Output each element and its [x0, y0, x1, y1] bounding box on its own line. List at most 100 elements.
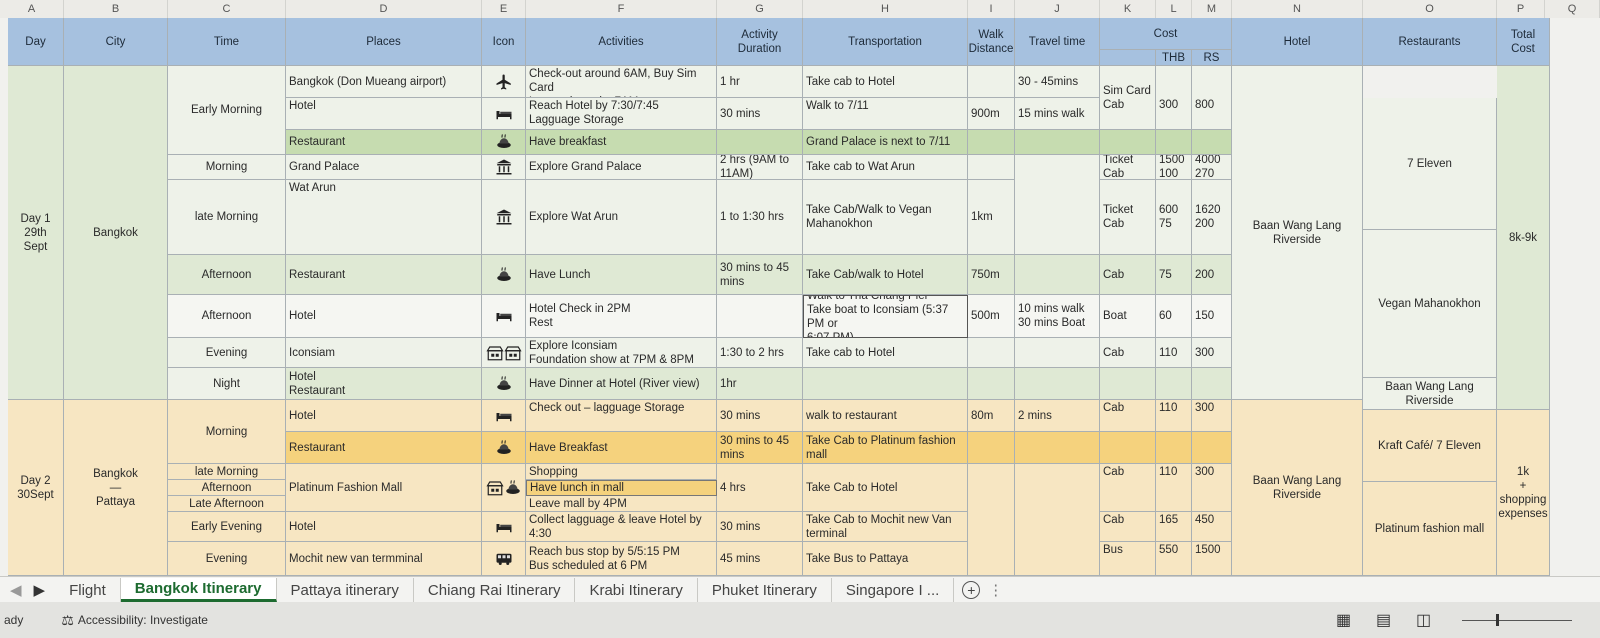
cost-type[interactable]: [1100, 130, 1156, 155]
activity-collect[interactable]: Collect lagguage & leave Hotel by 4:30: [526, 512, 717, 542]
duration-blank[interactable]: [717, 295, 803, 338]
tab-singapore-i[interactable]: Singapore I ...: [832, 578, 955, 602]
cost-type[interactable]: Ticket Cab: [1100, 180, 1156, 255]
duration-8[interactable]: 30 mins: [717, 400, 803, 432]
transport-9[interactable]: walk to restaurant: [803, 400, 968, 432]
cost-rs[interactable]: 300: [1192, 338, 1232, 368]
cost-type[interactable]: Boat: [1100, 295, 1156, 338]
food-icon[interactable]: [482, 130, 526, 155]
food-icon[interactable]: [482, 368, 526, 400]
activity-lunch[interactable]: Have Lunch: [526, 255, 717, 295]
cost-thb[interactable]: [1156, 130, 1192, 155]
activity-checkin[interactable]: Hotel Check in 2PM Rest: [526, 295, 717, 338]
transport-2[interactable]: Walk to 7/11: [803, 98, 968, 130]
activity-leave-mall[interactable]: Leave mall by 4PM: [526, 496, 717, 512]
header-transport[interactable]: Transportation: [803, 18, 968, 66]
zoom-thumb[interactable]: [1496, 614, 1499, 626]
cost-thb[interactable]: 60: [1156, 295, 1192, 338]
cost-thb[interactable]: 110: [1156, 464, 1192, 512]
cost-rs[interactable]: 800: [1192, 66, 1232, 130]
accessibility-icon[interactable]: ⚖: [61, 612, 74, 629]
food-icon[interactable]: [482, 255, 526, 295]
time-afternoon[interactable]: Afternoon: [168, 255, 286, 295]
food-icon[interactable]: [482, 432, 526, 464]
bed-icon[interactable]: [482, 512, 526, 542]
duration-4[interactable]: 1 to 1:30 hrs: [717, 180, 803, 255]
cost-rs[interactable]: 450: [1192, 512, 1232, 542]
walk-3[interactable]: 750m: [968, 255, 1015, 295]
cost-thb[interactable]: [1156, 368, 1192, 400]
activity-reach-hotel[interactable]: Reach Hotel by 7:30/7:45 Lagguage Storag…: [526, 98, 717, 130]
cost-rs[interactable]: 4000 270: [1192, 155, 1232, 180]
walk-blank[interactable]: [968, 155, 1015, 180]
cost-rs[interactable]: 300: [1192, 400, 1232, 432]
walk-1[interactable]: 900m: [968, 98, 1015, 130]
time-early-evening[interactable]: Early Evening: [168, 512, 286, 542]
place-restaurant[interactable]: Restaurant: [286, 130, 482, 155]
time-late-afternoon[interactable]: Late Afternoon: [168, 496, 286, 512]
time-morning[interactable]: Morning: [168, 155, 286, 180]
tab-pattaya-itinerary[interactable]: Pattaya itinerary: [277, 578, 414, 602]
transport-11[interactable]: Take Cab to Hotel: [803, 464, 968, 512]
transport-8[interactable]: Take cab to Hotel: [803, 338, 968, 368]
cost-thb[interactable]: 75: [1156, 255, 1192, 295]
duration-3[interactable]: 2 hrs (9AM to 11AM): [717, 155, 803, 180]
place-hotel-2[interactable]: Hotel: [286, 295, 482, 338]
header-city[interactable]: City: [64, 18, 168, 66]
cost-thb[interactable]: 110: [1156, 338, 1192, 368]
travel-blank[interactable]: [1015, 368, 1100, 400]
cost-type[interactable]: Cab: [1100, 512, 1156, 542]
column-letter[interactable]: B: [64, 0, 168, 18]
cost-rs[interactable]: 1620 200: [1192, 180, 1232, 255]
column-letter[interactable]: A: [0, 0, 64, 18]
transport-1[interactable]: Take cab to Hotel: [803, 66, 968, 98]
shop-icon[interactable]: [482, 338, 526, 368]
cost-rs[interactable]: [1192, 432, 1232, 464]
day2-hotel[interactable]: Baan Wang Lang Riverside: [1232, 400, 1363, 576]
cost-rs[interactable]: [1192, 130, 1232, 155]
transport-6[interactable]: Take Cab/walk to Hotel: [803, 255, 968, 295]
transport-5[interactable]: Take Cab/Walk to Vegan Mahanokhon: [803, 180, 968, 255]
header-restaurants[interactable]: Restaurants: [1363, 18, 1497, 66]
cost-rs[interactable]: 1500: [1192, 542, 1232, 576]
place-airport[interactable]: Bangkok (Don Mueang airport): [286, 66, 482, 98]
cost-type[interactable]: [1100, 432, 1156, 464]
place-grand-palace[interactable]: Grand Palace: [286, 155, 482, 180]
header-hotel[interactable]: Hotel: [1232, 18, 1363, 66]
travel-blank[interactable]: [1015, 130, 1100, 155]
activity-lunch-mall[interactable]: Have lunch in mall: [526, 480, 717, 496]
scroll-left-icon[interactable]: ◀: [0, 581, 32, 599]
cost-rs[interactable]: 300: [1192, 464, 1232, 512]
place-hotel[interactable]: Hotel: [286, 400, 482, 432]
more-options-icon[interactable]: ⋮: [988, 581, 1003, 599]
tab-chiang-rai-itinerary[interactable]: Chiang Rai Itinerary: [414, 578, 576, 602]
bed-icon[interactable]: [482, 295, 526, 338]
plane-icon[interactable]: [482, 66, 526, 98]
cost-rs[interactable]: [1192, 368, 1232, 400]
duration-7[interactable]: 1hr: [717, 368, 803, 400]
column-letter[interactable]: M: [1192, 0, 1232, 18]
day2-city[interactable]: Bangkok — Pattaya: [64, 400, 168, 576]
cost-type[interactable]: [1100, 368, 1156, 400]
column-letter[interactable]: I: [968, 0, 1015, 18]
cost-rs[interactable]: 200: [1192, 255, 1232, 295]
header-travel[interactable]: Travel time: [1015, 18, 1100, 66]
cost-thb[interactable]: 1500 100: [1156, 155, 1192, 180]
restaurant-vegan[interactable]: Vegan Mahanokhon: [1363, 230, 1497, 378]
time-evening[interactable]: Evening: [168, 338, 286, 368]
travel-4[interactable]: 2 mins: [1015, 400, 1100, 432]
duration-2[interactable]: 30 mins: [717, 98, 803, 130]
time-late-morning[interactable]: late Morning: [168, 180, 286, 255]
header-duration[interactable]: Activity Duration: [717, 18, 803, 66]
walk-blank[interactable]: [968, 464, 1015, 576]
activity-checkout-2[interactable]: Check out – lagguage Storage: [526, 400, 717, 432]
restaurant-platinum[interactable]: Platinum fashion mall: [1363, 482, 1497, 576]
tab-krabi-itinerary[interactable]: Krabi Itinerary: [575, 578, 698, 602]
day1-total[interactable]: 8k-9k: [1497, 66, 1550, 410]
day1-label[interactable]: Day 1 29th Sept: [8, 66, 64, 400]
header-time[interactable]: Time: [168, 18, 286, 66]
transport-4[interactable]: Take cab to Wat Arun: [803, 155, 968, 180]
header-rs[interactable]: RS: [1192, 50, 1232, 66]
time-evening[interactable]: Evening: [168, 542, 286, 576]
duration-9[interactable]: 30 mins to 45 mins: [717, 432, 803, 464]
